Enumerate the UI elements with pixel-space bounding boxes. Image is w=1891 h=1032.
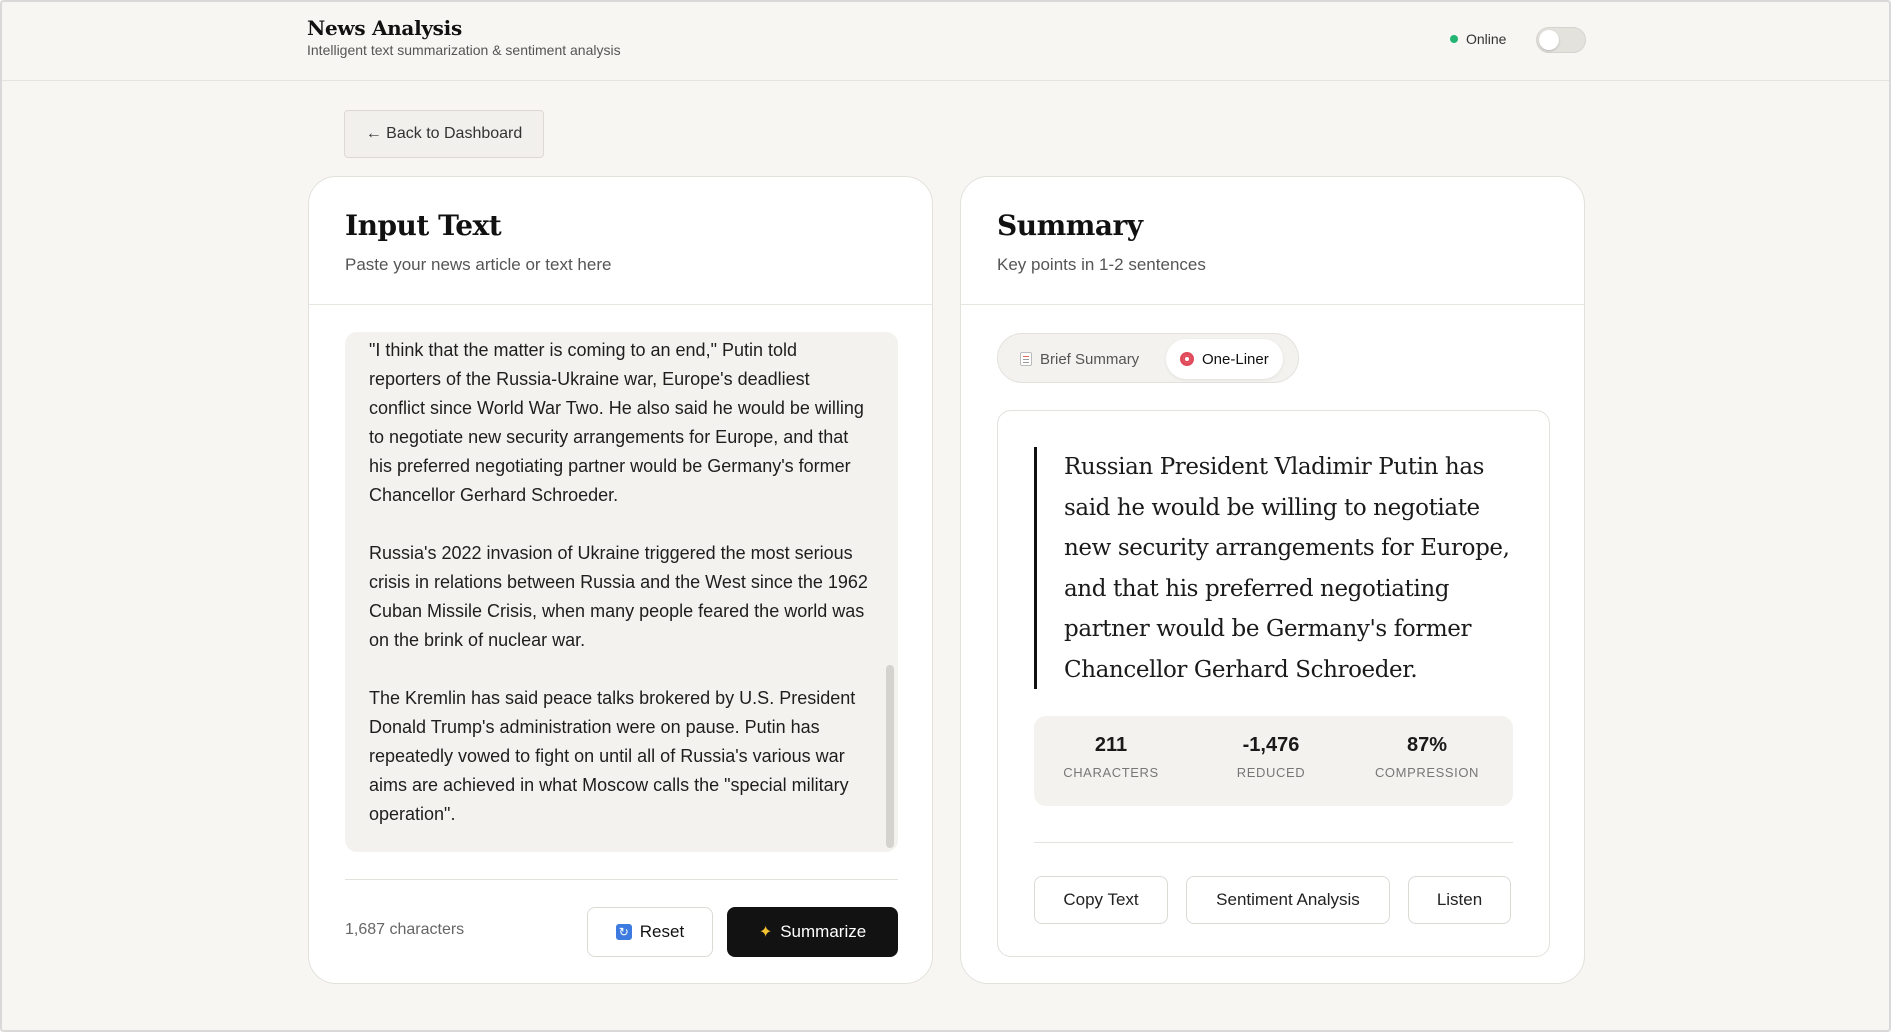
textarea-scrollbar[interactable] bbox=[886, 332, 894, 852]
stat-label: REDUCED bbox=[1236, 765, 1306, 780]
summary-card-subtitle: Key points in 1-2 sentences bbox=[997, 255, 1206, 274]
divider bbox=[345, 879, 898, 880]
stat-value: -1,476 bbox=[1242, 734, 1300, 756]
stat-value: 211 bbox=[1094, 734, 1128, 756]
input-card: Input Text Paste your news article or te… bbox=[308, 176, 933, 984]
app-header: News Analysis Intelligent text summariza… bbox=[0, 0, 1891, 81]
summarize-button[interactable]: ✦ Summarize bbox=[727, 907, 898, 957]
summary-card-title: Summary bbox=[997, 209, 1143, 242]
stat-compression: 87% COMPRESSION bbox=[1347, 734, 1507, 780]
input-card-title: Input Text bbox=[345, 209, 502, 242]
input-card-header: Input Text Paste your news article or te… bbox=[309, 177, 932, 305]
tab-one-liner[interactable]: One-Liner bbox=[1166, 339, 1283, 379]
copy-text-button[interactable]: Copy Text bbox=[1034, 876, 1168, 924]
toggle-knob bbox=[1539, 30, 1559, 50]
summary-output: Russian President Vladimir Putin has sai… bbox=[997, 410, 1550, 957]
sparkles-icon: ✦ bbox=[758, 924, 773, 941]
summary-mode-tabs: Brief Summary One-Liner bbox=[997, 333, 1299, 383]
app-title: News Analysis bbox=[307, 16, 462, 40]
tab-brief-summary[interactable]: Brief Summary bbox=[1006, 339, 1153, 379]
reset-button[interactable]: ↻ Reset bbox=[587, 907, 713, 957]
summarize-label: Summarize bbox=[780, 922, 867, 941]
summary-stats: 211 CHARACTERS -1,476 REDUCED 87% COMPRE… bbox=[1034, 716, 1513, 806]
reset-label: Reset bbox=[639, 922, 685, 941]
article-text[interactable]: "I think that the matter is coming to an… bbox=[369, 336, 869, 829]
online-dot-icon bbox=[1450, 35, 1458, 43]
stat-reduced: -1,476 REDUCED bbox=[1191, 734, 1351, 780]
stat-characters: 211 CHARACTERS bbox=[1031, 734, 1191, 780]
refresh-icon: ↻ bbox=[615, 924, 632, 940]
summary-card-header: Summary Key points in 1-2 sentences bbox=[961, 177, 1584, 305]
status-indicator: Online bbox=[1450, 31, 1506, 47]
stat-value: 87% bbox=[1406, 734, 1448, 756]
memo-icon bbox=[1020, 352, 1032, 366]
scrollbar-thumb[interactable] bbox=[886, 665, 894, 848]
back-to-dashboard-button[interactable]: ← Back to Dashboard bbox=[344, 110, 544, 158]
theme-toggle[interactable] bbox=[1536, 27, 1586, 53]
tab-label: Brief Summary bbox=[1040, 350, 1140, 368]
summary-text: Russian President Vladimir Putin has sai… bbox=[1064, 454, 1510, 683]
quote-bar bbox=[1034, 447, 1037, 689]
input-card-subtitle: Paste your news article or text here bbox=[345, 255, 612, 274]
listen-button[interactable]: Listen bbox=[1408, 876, 1511, 924]
target-icon bbox=[1180, 352, 1194, 366]
summary-card: Summary Key points in 1-2 sentences Brie… bbox=[960, 176, 1585, 984]
article-textarea[interactable]: "I think that the matter is coming to an… bbox=[345, 332, 898, 852]
stat-label: COMPRESSION bbox=[1374, 765, 1480, 780]
tab-label: One-Liner bbox=[1202, 350, 1269, 368]
status-label: Online bbox=[1466, 31, 1507, 47]
character-count: 1,687 characters bbox=[345, 921, 465, 938]
window-frame bbox=[0, 0, 1891, 1032]
stat-label: CHARACTERS bbox=[1063, 765, 1159, 780]
app-subtitle: Intelligent text summarization & sentime… bbox=[307, 42, 621, 58]
divider bbox=[1034, 842, 1513, 843]
sentiment-analysis-button[interactable]: Sentiment Analysis bbox=[1186, 876, 1390, 924]
